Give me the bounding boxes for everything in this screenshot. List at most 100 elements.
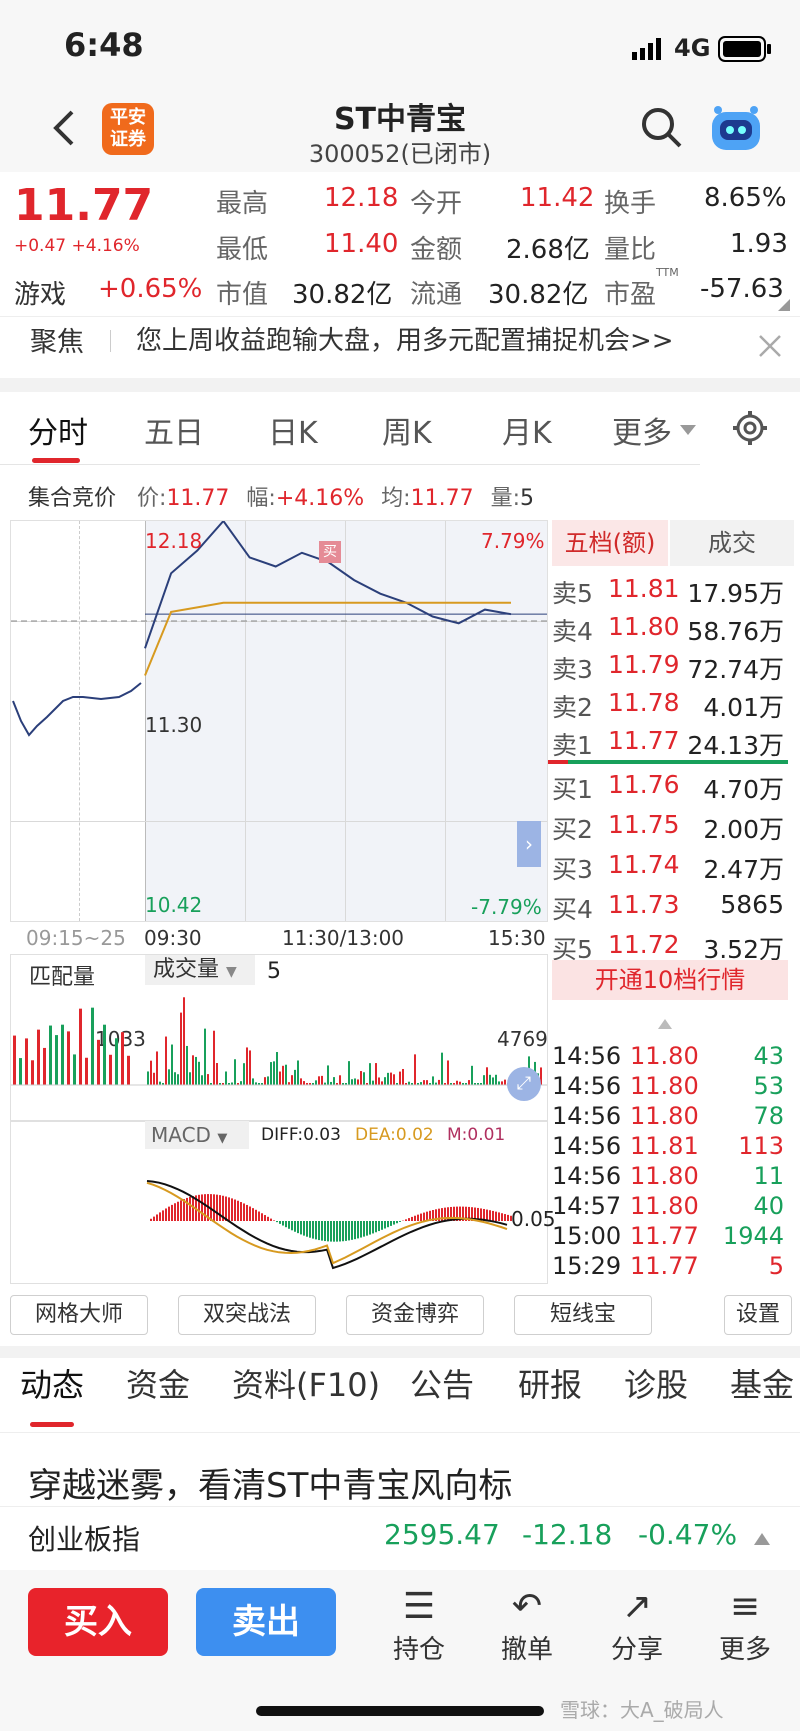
search-icon[interactable] — [640, 106, 684, 154]
macd-bar — [357, 1221, 359, 1239]
orderbook-tab-levels[interactable]: 五档(额) — [552, 520, 668, 566]
tab-intraday[interactable]: 分时 — [28, 408, 88, 452]
tool-settings[interactable]: 设置 — [724, 1295, 792, 1335]
more-button[interactable]: ≡ 更多 — [700, 1585, 790, 1666]
volume-bar — [423, 1080, 425, 1085]
bid-row[interactable]: 买1 11.76 4.70万 — [552, 766, 788, 804]
tab-news[interactable]: 动态 — [20, 1360, 84, 1406]
cancel-order-button[interactable]: ↶ 撤单 — [482, 1585, 572, 1666]
ask-row[interactable]: 卖1 11.77 24.13万 — [552, 722, 788, 760]
ask-row[interactable]: 卖3 11.79 72.74万 — [552, 646, 788, 684]
bid-row[interactable]: 买5 11.72 3.52万 — [552, 926, 788, 964]
orderbook-tab-trades[interactable]: 成交 — [670, 520, 794, 566]
price-chart[interactable]: 12.18 11.30 10.42 7.79% -7.79% 买 › — [10, 520, 548, 922]
index-change: -12.18 — [522, 1518, 613, 1551]
volume-bar — [471, 1065, 473, 1085]
volume-bar — [372, 1080, 374, 1085]
macd-bar — [354, 1221, 356, 1240]
tab-more[interactable]: 更多 — [612, 408, 672, 452]
macd-bar — [315, 1221, 317, 1240]
settings-gear-icon[interactable] — [732, 410, 768, 450]
macd-bar — [351, 1221, 353, 1240]
tick-row: 14:56 11.80 43 — [552, 1042, 788, 1072]
volume-bar — [121, 1032, 124, 1085]
macd-bar — [201, 1194, 203, 1221]
headline[interactable]: 穿越迷雾，看清ST中青宝风向标 — [28, 1458, 512, 1507]
tick-row: 15:00 11.77 1944 — [552, 1222, 788, 1252]
tab-daily-k[interactable]: 日K — [268, 408, 318, 452]
sell-button[interactable]: 卖出 — [196, 1588, 336, 1656]
tab-more-caret-icon[interactable] — [680, 420, 696, 439]
tab-announcements[interactable]: 公告 — [410, 1360, 474, 1406]
ask-row[interactable]: 卖4 11.80 58.76万 — [552, 608, 788, 646]
volume-bar — [97, 1039, 100, 1085]
volume-bar — [240, 1081, 242, 1085]
ask-row[interactable]: 卖2 11.78 4.01万 — [552, 684, 788, 722]
tab-f10[interactable]: 资料(F10) — [232, 1360, 380, 1406]
macd-bar — [495, 1211, 497, 1221]
macd-bar — [249, 1206, 251, 1221]
index-value: 2595.47 — [384, 1518, 500, 1551]
bid-row[interactable]: 买3 11.74 2.47万 — [552, 846, 788, 884]
tab-diagnosis[interactable]: 诊股 — [624, 1360, 688, 1406]
volume-bar — [300, 1078, 302, 1085]
macd-bar — [348, 1221, 350, 1241]
index-expand-icon[interactable] — [754, 1530, 770, 1549]
share-button[interactable]: ↗ 分享 — [592, 1585, 682, 1666]
tool-short-line[interactable]: 短线宝 — [514, 1295, 652, 1335]
macd-bar — [342, 1221, 344, 1242]
tool-double-breakout[interactable]: 双突战法 — [178, 1295, 316, 1335]
tab-research[interactable]: 研报 — [518, 1360, 582, 1406]
volume-panel[interactable]: 匹配量 成交量 ▼ 5 1033 4769 ⤢ — [10, 954, 548, 1122]
robot-assistant-icon[interactable] — [708, 104, 764, 158]
macd-bar — [360, 1221, 362, 1238]
bid-amount: 2.00万 — [703, 815, 784, 844]
bid-row[interactable]: 买4 11.73 5865 — [552, 886, 788, 924]
tool-grid-master[interactable]: 网格大师 — [10, 1295, 148, 1335]
tick-price: 11.80 — [630, 1042, 699, 1070]
scroll-up-icon[interactable] — [658, 1014, 672, 1033]
tick-time: 14:56 — [552, 1162, 622, 1190]
focus-text[interactable]: 您上周收益跑输大盘，用多元配置捕捉机会>> — [136, 320, 674, 357]
tick-time: 14:56 — [552, 1042, 622, 1070]
macd-bar — [330, 1221, 332, 1242]
focus-label: 聚焦 — [30, 327, 84, 358]
macd-bar — [153, 1216, 155, 1221]
tab-weekly-k[interactable]: 周K — [382, 408, 432, 452]
volume-bar — [378, 1077, 380, 1085]
volume-bar — [180, 1012, 182, 1085]
tick-price: 11.77 — [630, 1252, 699, 1280]
holdings-button[interactable]: ☰ 持仓 — [374, 1585, 464, 1666]
volume-bar — [498, 1081, 500, 1085]
tab-capital[interactable]: 资金 — [126, 1360, 190, 1406]
tab-five-day[interactable]: 五日 — [144, 408, 204, 452]
volume-bar — [339, 1075, 341, 1085]
volume-bar — [501, 1081, 503, 1085]
tab-monthly-k[interactable]: 月K — [502, 408, 552, 452]
watermark: 雪球：大A_破局人 — [560, 1698, 724, 1722]
open-10-levels-button[interactable]: 开通10档行情 — [552, 960, 788, 1000]
volume-bar — [486, 1067, 488, 1085]
macd-panel[interactable]: MACD ▼ DIFF:0.03 DEA:0.02 M:0.01 0.05 — [10, 1120, 556, 1284]
amount-label: 金额 — [410, 235, 463, 265]
bid-row[interactable]: 买2 11.75 2.00万 — [552, 806, 788, 844]
volume-bar — [276, 1052, 278, 1085]
macd-bar — [219, 1195, 221, 1221]
more-list-icon: ≡ — [729, 1586, 761, 1627]
tick-volume: 113 — [738, 1132, 784, 1160]
ask-row[interactable]: 卖5 11.81 17.95万 — [552, 570, 788, 608]
macd-bar — [414, 1215, 416, 1221]
close-icon[interactable] — [758, 334, 782, 362]
tool-fund-game[interactable]: 资金博弈 — [346, 1295, 484, 1335]
expand-arrow-icon[interactable] — [776, 296, 790, 315]
macd-bar — [372, 1221, 374, 1234]
volume-bar — [318, 1076, 320, 1085]
macd-bar — [309, 1221, 311, 1238]
volume-bar — [357, 1079, 359, 1085]
buy-button[interactable]: 买入 — [28, 1588, 168, 1656]
buy-marker[interactable]: 买 — [319, 541, 341, 563]
sector-name[interactable]: 游戏 — [14, 274, 66, 311]
fullscreen-icon[interactable]: ⤢ — [507, 1067, 541, 1101]
tab-funds[interactable]: 基金 — [730, 1360, 794, 1406]
expand-panel-button[interactable]: › — [517, 821, 541, 867]
